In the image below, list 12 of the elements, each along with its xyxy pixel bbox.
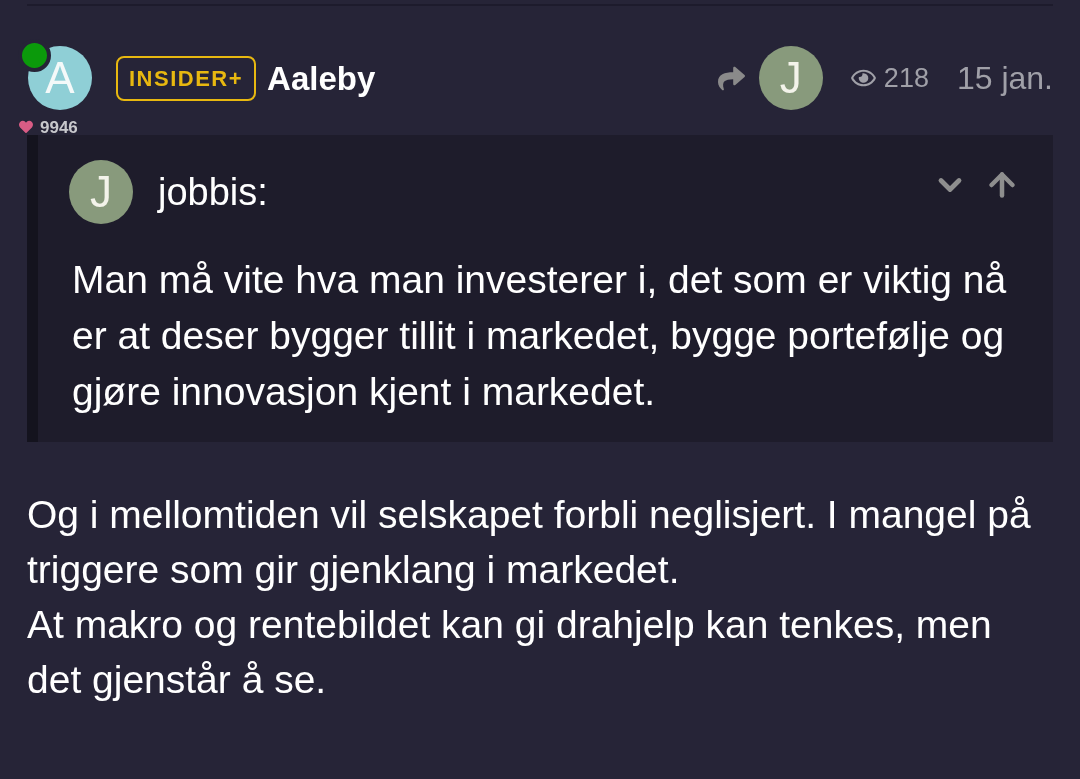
- post-text: Og i mellomtiden vil selskapet forbli neglisjert. I mangel på triggere som gir gjenklang i markedet.: [27, 492, 1032, 593]
- post-text: At makro og rentebildet kan gi drahjelp kan tenkes, men det gjenstår å se.: [27, 602, 993, 703]
- quote-author: jobbis:: [158, 173, 268, 211]
- quote-avatar: J: [69, 160, 133, 224]
- author-name[interactable]: Aaleby: [267, 61, 376, 95]
- view-count: 218: [883, 64, 929, 92]
- eye-icon: [849, 67, 877, 89]
- quote-text: Man må vite hva man investerer i, det som er viktig nå er at deser bygger tillit i markedet, bygge portefølje og gjøre innovasjon kjent i markedet.: [71, 257, 1008, 415]
- like-count: 9946: [40, 118, 78, 136]
- heart-icon: [18, 120, 34, 134]
- member-badge: INSIDER+: [116, 55, 257, 101]
- post-date[interactable]: 15 jan.: [956, 62, 1053, 94]
